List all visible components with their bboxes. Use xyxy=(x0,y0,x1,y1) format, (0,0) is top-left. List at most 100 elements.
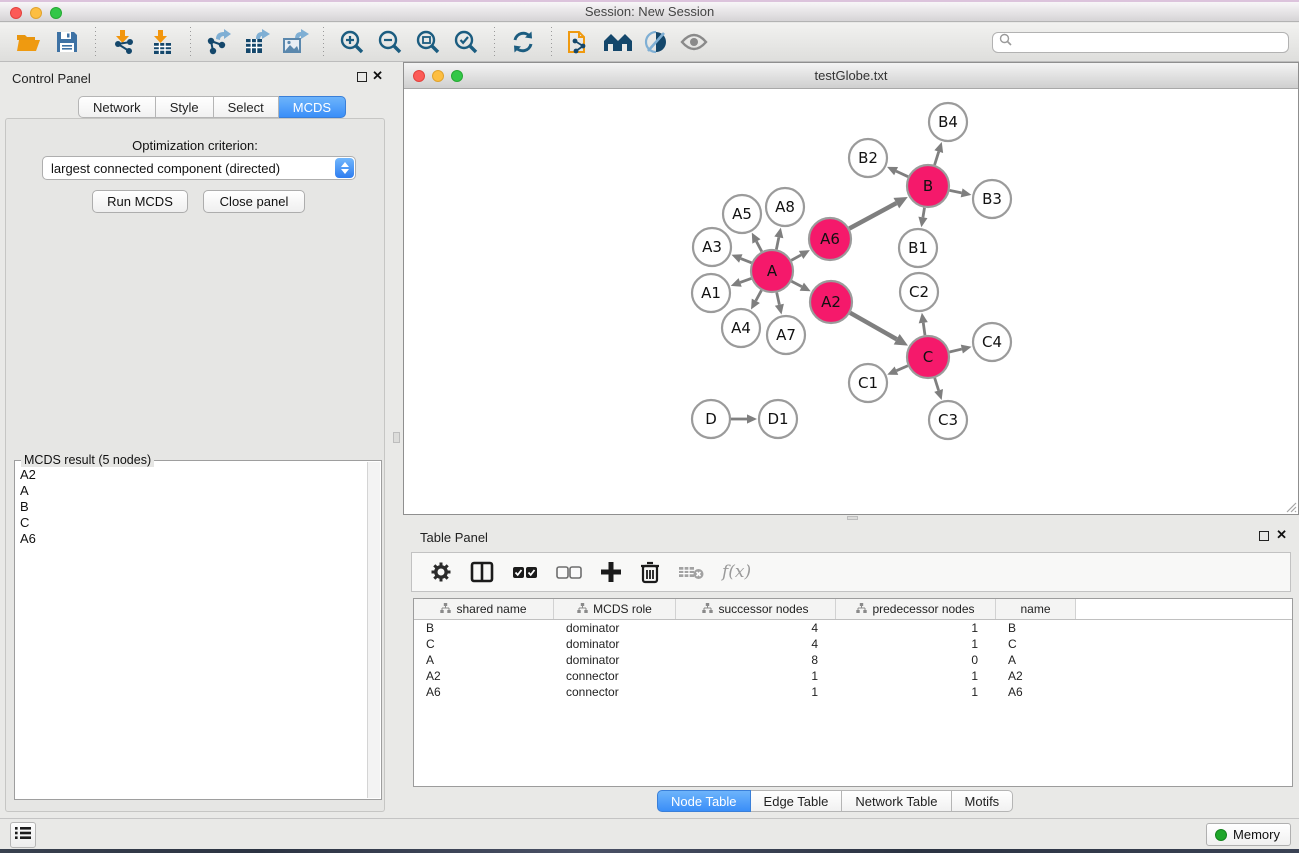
table-row[interactable]: A6connector11A6 xyxy=(414,684,1292,700)
network-window-titlebar[interactable]: testGlobe.txt xyxy=(404,63,1298,89)
tab-network-table[interactable]: Network Table xyxy=(842,790,951,812)
function-builder-icon[interactable]: f(x) xyxy=(722,557,751,587)
graph-edge[interactable] xyxy=(950,190,962,192)
tab-node-table[interactable]: Node Table xyxy=(657,790,751,812)
list-item[interactable]: B xyxy=(18,499,365,515)
select-all-columns-icon[interactable] xyxy=(512,557,538,587)
graph-edge[interactable] xyxy=(791,255,801,260)
create-column-icon[interactable] xyxy=(600,557,622,587)
memory-button[interactable]: Memory xyxy=(1206,823,1291,846)
tab-motifs[interactable]: Motifs xyxy=(952,790,1014,812)
graph-edge[interactable] xyxy=(741,259,752,263)
table-cell[interactable]: A xyxy=(996,653,1076,667)
task-history-button[interactable] xyxy=(10,822,36,848)
table-row[interactable]: A2connector11A2 xyxy=(414,668,1292,684)
close-window-button[interactable] xyxy=(10,7,22,19)
table-cell[interactable]: B xyxy=(414,621,554,635)
import-network-icon[interactable] xyxy=(105,26,143,58)
zoom-fit-icon[interactable] xyxy=(409,26,447,58)
table-cell[interactable]: connector xyxy=(554,669,676,683)
graph-edge[interactable] xyxy=(777,292,780,304)
graph-edge[interactable] xyxy=(850,313,897,339)
table-cell[interactable]: 1 xyxy=(676,669,836,683)
table-row[interactable]: Cdominator41C xyxy=(414,636,1292,652)
zoom-in-icon[interactable] xyxy=(333,26,371,58)
table-cell[interactable]: A6 xyxy=(996,685,1076,699)
column-header-MCDS-role[interactable]: MCDS role xyxy=(554,599,676,619)
window-controls[interactable] xyxy=(10,7,62,19)
table-cell[interactable]: A6 xyxy=(414,685,554,699)
close-view-button[interactable] xyxy=(413,70,425,82)
vertical-splitter[interactable] xyxy=(390,62,403,818)
zoom-selected-icon[interactable] xyxy=(447,26,485,58)
graph-edge[interactable] xyxy=(756,290,762,300)
table-cell[interactable]: 1 xyxy=(836,685,996,699)
list-item[interactable]: A2 xyxy=(18,467,365,483)
table-row[interactable]: Bdominator41B xyxy=(414,620,1292,636)
run-mcds-button[interactable]: Run MCDS xyxy=(92,190,188,213)
tab-edge-table[interactable]: Edge Table xyxy=(751,790,843,812)
graph-edge[interactable] xyxy=(935,152,939,165)
splitter-handle[interactable] xyxy=(847,516,858,520)
column-header-predecessor-nodes[interactable]: predecessor nodes xyxy=(836,599,996,619)
table-cell[interactable]: B xyxy=(996,621,1076,635)
table-options-icon[interactable] xyxy=(430,557,452,587)
table-cell[interactable]: dominator xyxy=(554,653,676,667)
mcds-list-scrollbar[interactable] xyxy=(367,462,380,798)
node-table[interactable]: shared nameMCDS rolesuccessor nodesprede… xyxy=(413,598,1293,787)
column-header-successor-nodes[interactable]: successor nodes xyxy=(676,599,836,619)
table-cell[interactable]: 0 xyxy=(836,653,996,667)
float-panel-icon[interactable] xyxy=(357,72,367,82)
network-window-controls[interactable] xyxy=(413,70,463,82)
close-panel-icon[interactable]: ✕ xyxy=(1276,527,1287,543)
table-cell[interactable]: 1 xyxy=(836,637,996,651)
optimization-criterion-select[interactable]: largest connected component (directed) xyxy=(42,156,356,180)
table-cell[interactable]: connector xyxy=(554,685,676,699)
graph-edge[interactable] xyxy=(935,378,939,390)
export-network-icon[interactable] xyxy=(200,26,238,58)
zoom-out-icon[interactable] xyxy=(371,26,409,58)
first-neighbors-icon[interactable] xyxy=(599,26,637,58)
splitter-handle[interactable] xyxy=(393,432,400,443)
eye-icon[interactable] xyxy=(675,26,713,58)
unselect-all-columns-icon[interactable] xyxy=(556,557,582,587)
float-panel-icon[interactable] xyxy=(1259,531,1269,541)
graph-edge[interactable] xyxy=(849,203,896,228)
network-canvas[interactable]: B4B2BB3A5A8A6A3AB1A1A2C2A4A7C4CC1DD1C3 xyxy=(404,89,1298,514)
table-cell[interactable]: 8 xyxy=(676,653,836,667)
close-panel-icon[interactable]: ✕ xyxy=(372,68,383,84)
graph-edge[interactable] xyxy=(923,208,925,218)
table-cell[interactable]: 4 xyxy=(676,621,836,635)
table-cell[interactable]: 4 xyxy=(676,637,836,651)
graph-edge[interactable] xyxy=(776,237,778,249)
zoom-window-button[interactable] xyxy=(50,7,62,19)
table-cell[interactable]: A2 xyxy=(414,669,554,683)
graph-edge[interactable] xyxy=(923,323,925,336)
list-item[interactable]: A6 xyxy=(18,531,365,547)
table-cell[interactable]: C xyxy=(414,637,554,651)
save-session-icon[interactable] xyxy=(48,26,86,58)
graph-edge[interactable] xyxy=(791,281,801,286)
table-cell[interactable]: A2 xyxy=(996,669,1076,683)
graph-edge[interactable] xyxy=(896,366,907,371)
tab-style[interactable]: Style xyxy=(156,96,214,118)
table-cell[interactable]: A xyxy=(414,653,554,667)
search-input[interactable] xyxy=(1016,35,1282,49)
table-cell[interactable]: dominator xyxy=(554,621,676,635)
table-row[interactable]: Adominator80A xyxy=(414,652,1292,668)
tab-select[interactable]: Select xyxy=(214,96,279,118)
resize-grip-icon[interactable] xyxy=(1283,499,1297,513)
graph-edge[interactable] xyxy=(740,278,751,282)
list-item[interactable]: A xyxy=(18,483,365,499)
open-file-icon[interactable] xyxy=(10,26,48,58)
refresh-layout-icon[interactable] xyxy=(504,26,542,58)
list-item[interactable]: C xyxy=(18,515,365,531)
graphics-details-icon[interactable] xyxy=(637,26,675,58)
graph-edge[interactable] xyxy=(949,349,961,352)
table-cell[interactable]: dominator xyxy=(554,637,676,651)
new-network-from-selection-icon[interactable] xyxy=(561,26,599,58)
mcds-result-list[interactable]: A2ABCA6 xyxy=(18,467,365,796)
column-header-name[interactable]: name xyxy=(996,599,1076,619)
table-cell[interactable]: 1 xyxy=(836,621,996,635)
import-table-icon[interactable] xyxy=(143,26,181,58)
